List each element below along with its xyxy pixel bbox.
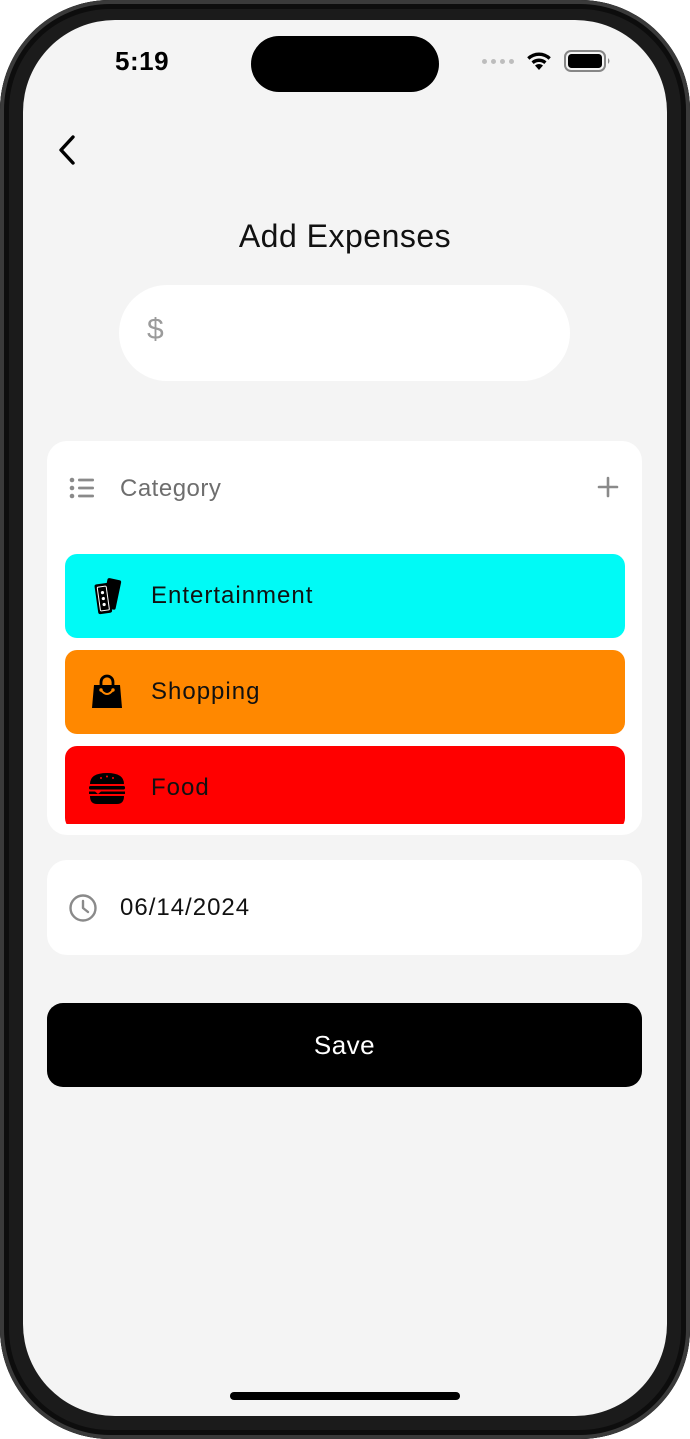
app-screen: 5:19 Add Expenses $ Category Entertainme… [23,20,667,1416]
status-indicators [482,50,612,72]
category-list: Entertainment Shopping Food [65,554,625,824]
category-card: Category Entertainment Shopping Food [47,441,642,835]
category-item-label: Shopping [151,678,261,705]
shopping-bag-icon [92,674,122,708]
amount-input[interactable] [179,285,543,383]
category-label: Category [120,475,222,502]
category-item-shopping[interactable]: Shopping [65,650,625,734]
plus-icon [597,476,619,498]
battery-icon [564,50,610,72]
phone-frame: 5:19 Add Expenses $ Category Entertainme… [0,0,690,1439]
clock-icon [69,894,97,922]
amount-field[interactable]: $ [119,285,570,383]
home-indicator[interactable] [230,1392,460,1400]
chevron-left-icon [59,135,75,165]
cellular-signal-icon [482,58,514,64]
list-icon [69,477,94,499]
date-value: 06/14/2024 [120,894,251,921]
back-button[interactable] [45,128,89,172]
category-item-food[interactable]: Food [65,746,625,824]
ticket-icon [94,578,122,615]
category-item-label: Entertainment [151,582,314,609]
category-item-entertainment[interactable]: Entertainment [65,554,625,638]
page-title: Add Expenses [238,218,452,254]
save-button[interactable]: Save [47,1003,642,1087]
status-time: 5:19 [115,46,170,76]
burger-icon [89,773,125,804]
wifi-icon [527,52,551,70]
dynamic-island [251,36,439,92]
add-category-button[interactable] [590,469,626,505]
category-item-label: Food [151,774,210,801]
category-header: Category [47,441,642,537]
date-field[interactable]: 06/14/2024 [47,860,642,955]
currency-symbol: $ [147,313,164,346]
